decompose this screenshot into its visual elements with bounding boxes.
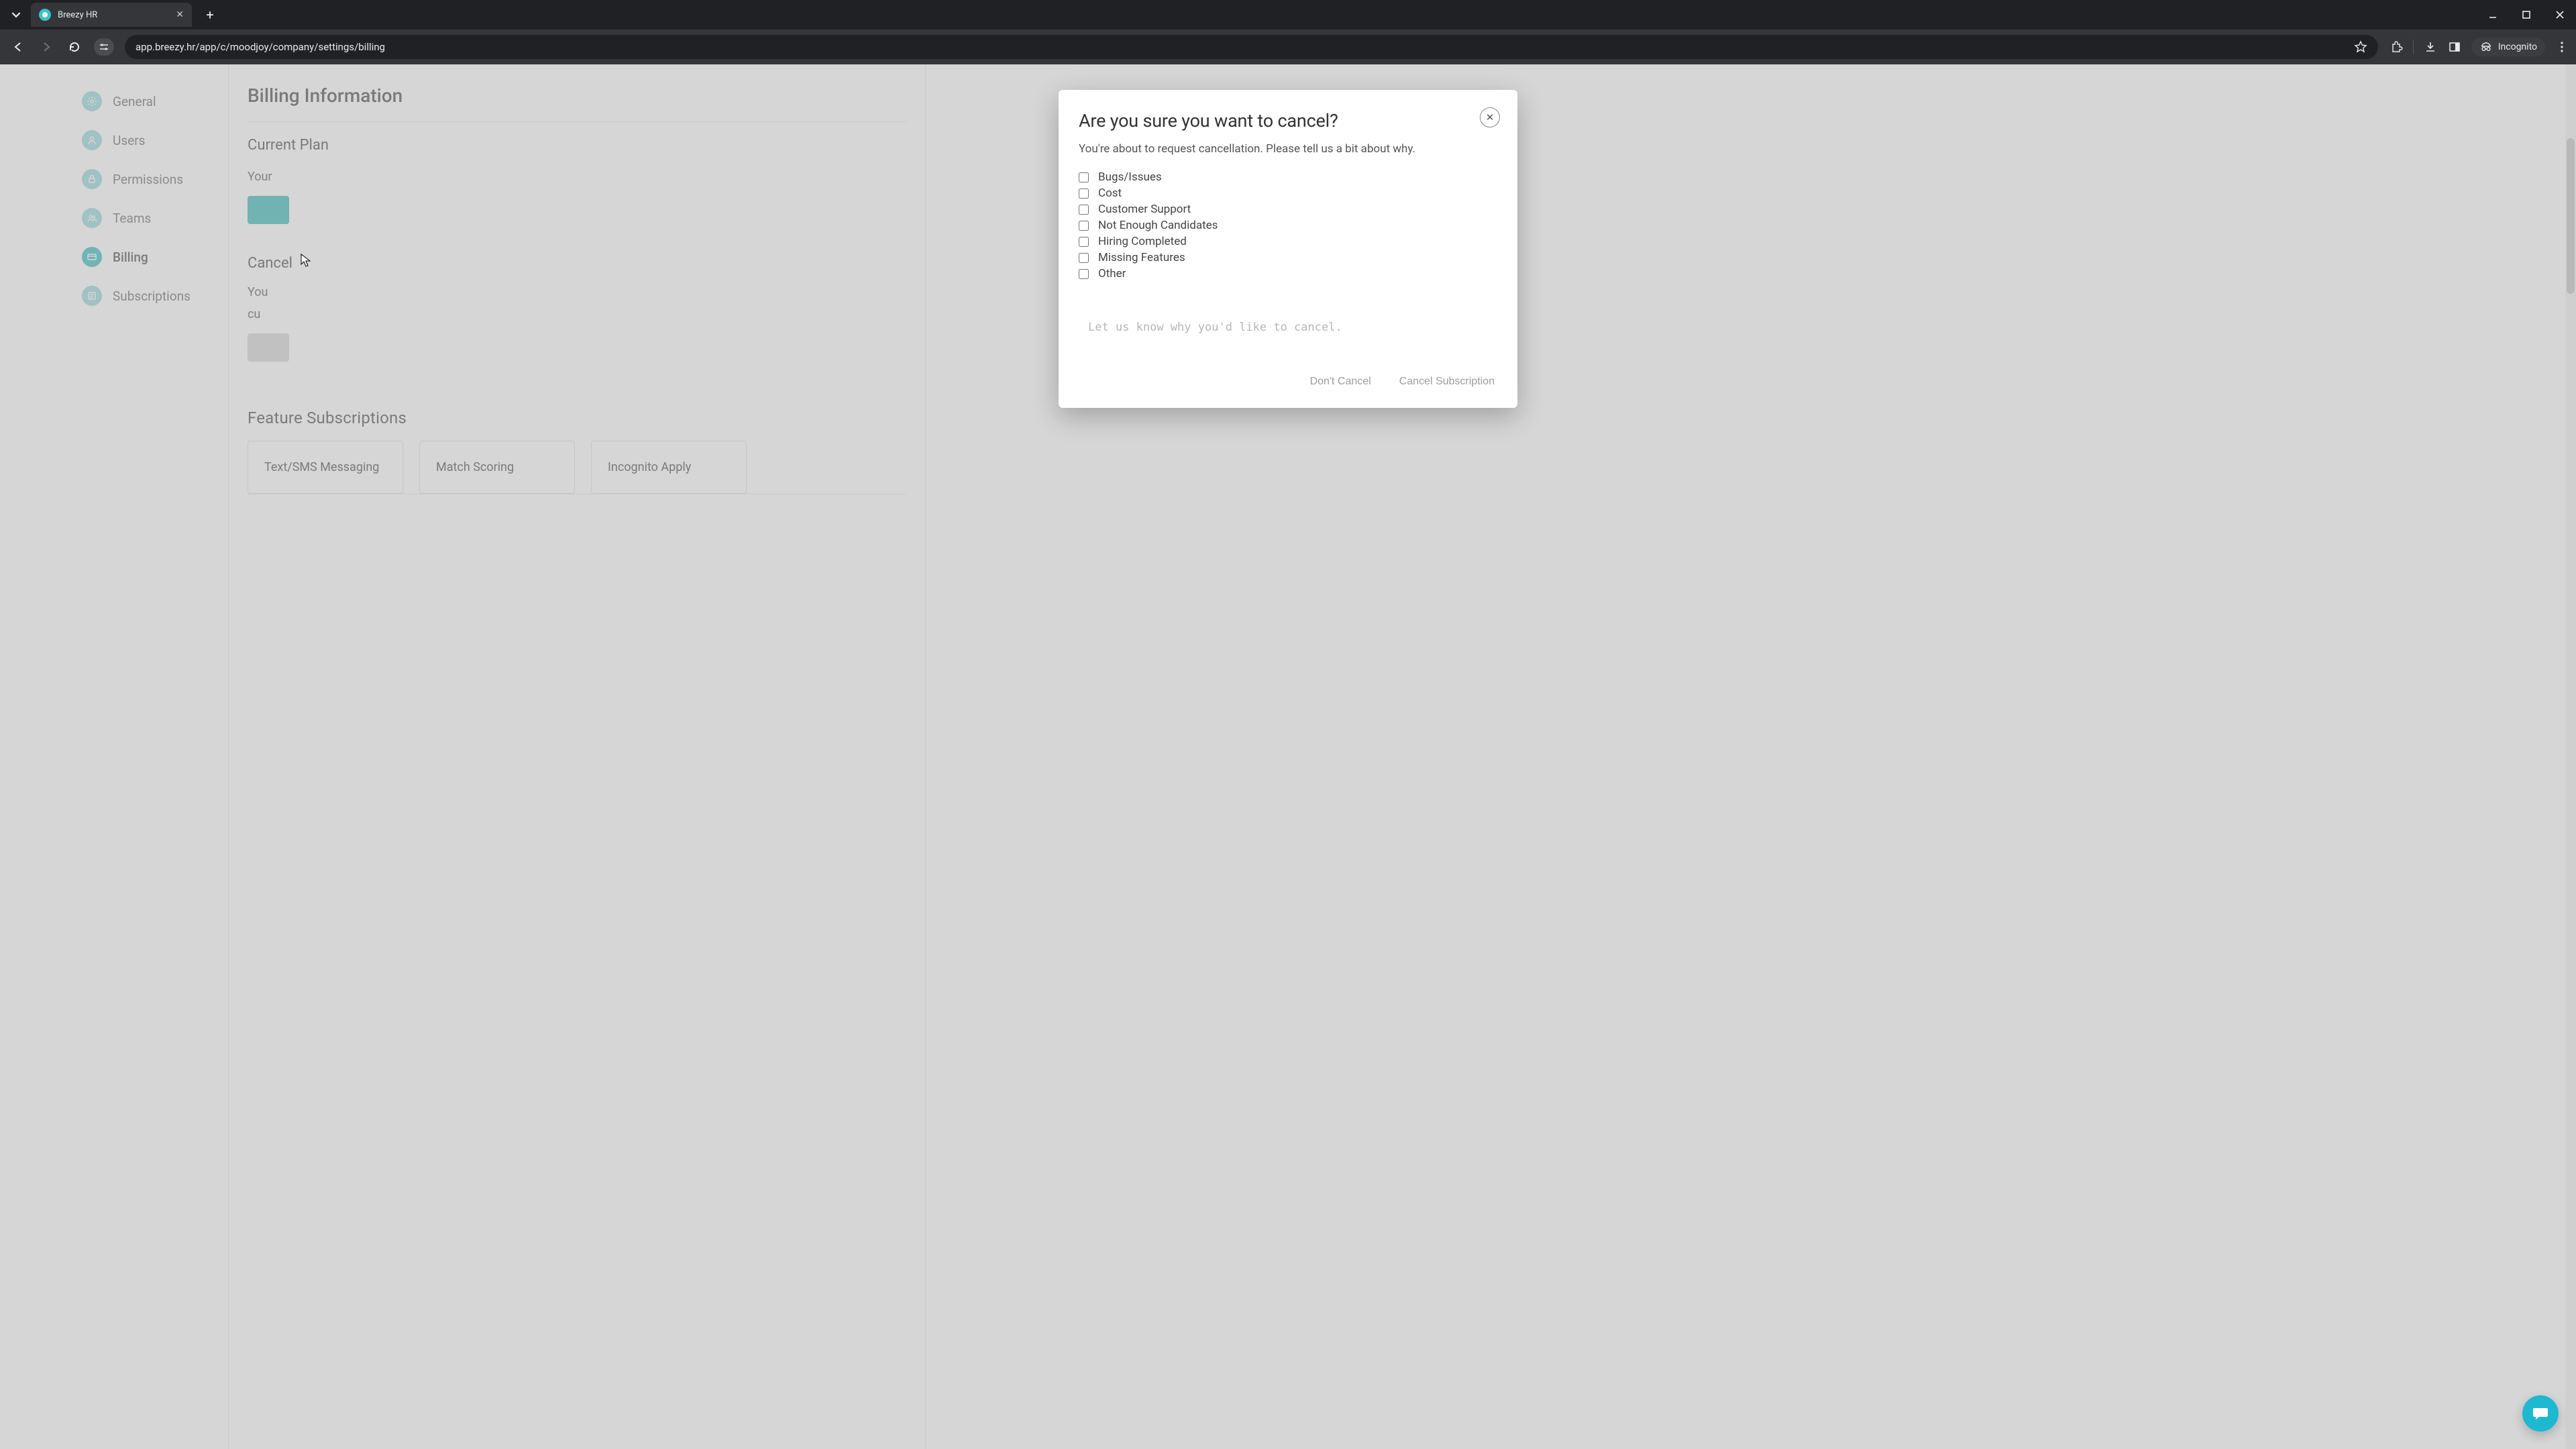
reason-label: Missing Features xyxy=(1098,251,1185,264)
reason-label: Other xyxy=(1098,267,1126,280)
site-info-chip[interactable] xyxy=(94,38,114,56)
address-bar[interactable]: app.breezy.hr/app/c/moodjoy/company/sett… xyxy=(125,35,2378,59)
page-viewport: General Users Permissions Teams Billing … xyxy=(0,64,2576,1449)
close-icon xyxy=(2555,10,2565,19)
kebab-icon xyxy=(2556,41,2568,53)
tab-favicon xyxy=(39,9,51,21)
chat-icon xyxy=(2532,1405,2549,1422)
cancel-subscription-button[interactable]: Cancel Subscription xyxy=(1397,370,1497,393)
reason-label: Cost xyxy=(1098,186,1122,200)
window-minimize-button[interactable] xyxy=(2482,4,2504,25)
new-tab-button[interactable]: + xyxy=(200,5,220,25)
window-maximize-button[interactable] xyxy=(2516,4,2537,25)
tab-close-button[interactable]: ✕ xyxy=(176,9,184,20)
nav-back-button[interactable] xyxy=(7,36,30,58)
reason-support[interactable]: Customer Support xyxy=(1079,203,1497,216)
window-close-button[interactable] xyxy=(2549,4,2571,25)
extensions-button[interactable] xyxy=(2389,40,2404,54)
site-settings-icon xyxy=(99,43,109,51)
tab-strip: Breezy HR ✕ + xyxy=(0,0,2576,30)
reason-label: Not Enough Candidates xyxy=(1098,219,1218,232)
bookmark-star-icon[interactable] xyxy=(2354,40,2367,54)
reason-checkbox[interactable] xyxy=(1079,221,1089,231)
minimize-icon xyxy=(2488,10,2498,19)
incognito-icon xyxy=(2479,42,2493,52)
reason-cost[interactable]: Cost xyxy=(1079,186,1497,200)
incognito-badge[interactable]: Incognito xyxy=(2471,38,2545,56)
chrome-menu-button[interactable] xyxy=(2555,40,2569,54)
downloads-button[interactable] xyxy=(2423,40,2438,54)
chevron-down-icon xyxy=(11,10,21,19)
nav-forward-button[interactable] xyxy=(35,36,58,58)
modal-title: Are you sure you want to cancel? xyxy=(1079,110,1497,131)
reason-checkbox[interactable] xyxy=(1079,172,1089,182)
reason-bugs[interactable]: Bugs/Issues xyxy=(1079,170,1497,184)
reason-label: Customer Support xyxy=(1098,203,1191,216)
reason-label: Bugs/Issues xyxy=(1098,170,1162,184)
reason-checkbox[interactable] xyxy=(1079,205,1089,215)
tab-title: Breezy HR xyxy=(58,10,176,20)
modal-close-button[interactable]: ✕ xyxy=(1480,107,1500,127)
reason-checkbox[interactable] xyxy=(1079,269,1089,279)
cancel-confirmation-modal: ✕ Are you sure you want to cancel? You'r… xyxy=(1059,90,1517,408)
reason-checkbox[interactable] xyxy=(1079,189,1089,199)
arrow-right-icon xyxy=(40,41,52,53)
window-controls xyxy=(2482,4,2576,25)
tab-search-dropdown[interactable] xyxy=(5,4,27,25)
panel-icon xyxy=(2448,40,2461,54)
arrow-left-icon xyxy=(12,41,24,53)
chat-launcher-button[interactable] xyxy=(2522,1395,2559,1432)
reason-hiring-done[interactable]: Hiring Completed xyxy=(1079,235,1497,248)
modal-actions: Don't Cancel Cancel Subscription xyxy=(1079,370,1497,393)
cancel-comment-input[interactable] xyxy=(1079,303,1497,354)
url-text: app.breezy.hr/app/c/moodjoy/company/sett… xyxy=(136,41,385,53)
toolbar-right: Incognito xyxy=(2389,38,2569,56)
download-icon xyxy=(2424,40,2437,54)
dont-cancel-button[interactable]: Don't Cancel xyxy=(1307,370,1374,393)
reason-candidates[interactable]: Not Enough Candidates xyxy=(1079,219,1497,232)
browser-toolbar: app.breezy.hr/app/c/moodjoy/company/sett… xyxy=(0,30,2576,64)
puzzle-icon xyxy=(2390,40,2403,54)
incognito-label: Incognito xyxy=(2498,42,2537,52)
reason-label: Hiring Completed xyxy=(1098,235,1187,248)
reload-icon xyxy=(68,41,80,53)
sidepanel-button[interactable] xyxy=(2447,40,2462,54)
reason-checkbox[interactable] xyxy=(1079,237,1089,247)
toolbar-divider xyxy=(2413,40,2414,54)
browser-chrome: Breezy HR ✕ + app.breezy.hr/app/c/moodjo… xyxy=(0,0,2576,64)
maximize-icon xyxy=(2522,10,2531,19)
modal-subtitle: You're about to request cancellation. Pl… xyxy=(1079,142,1497,156)
reason-checkbox[interactable] xyxy=(1079,253,1089,263)
browser-tab[interactable]: Breezy HR ✕ xyxy=(31,3,192,27)
reason-other[interactable]: Other xyxy=(1079,267,1497,280)
nav-reload-button[interactable] xyxy=(63,36,86,58)
reason-missing-features[interactable]: Missing Features xyxy=(1079,251,1497,264)
